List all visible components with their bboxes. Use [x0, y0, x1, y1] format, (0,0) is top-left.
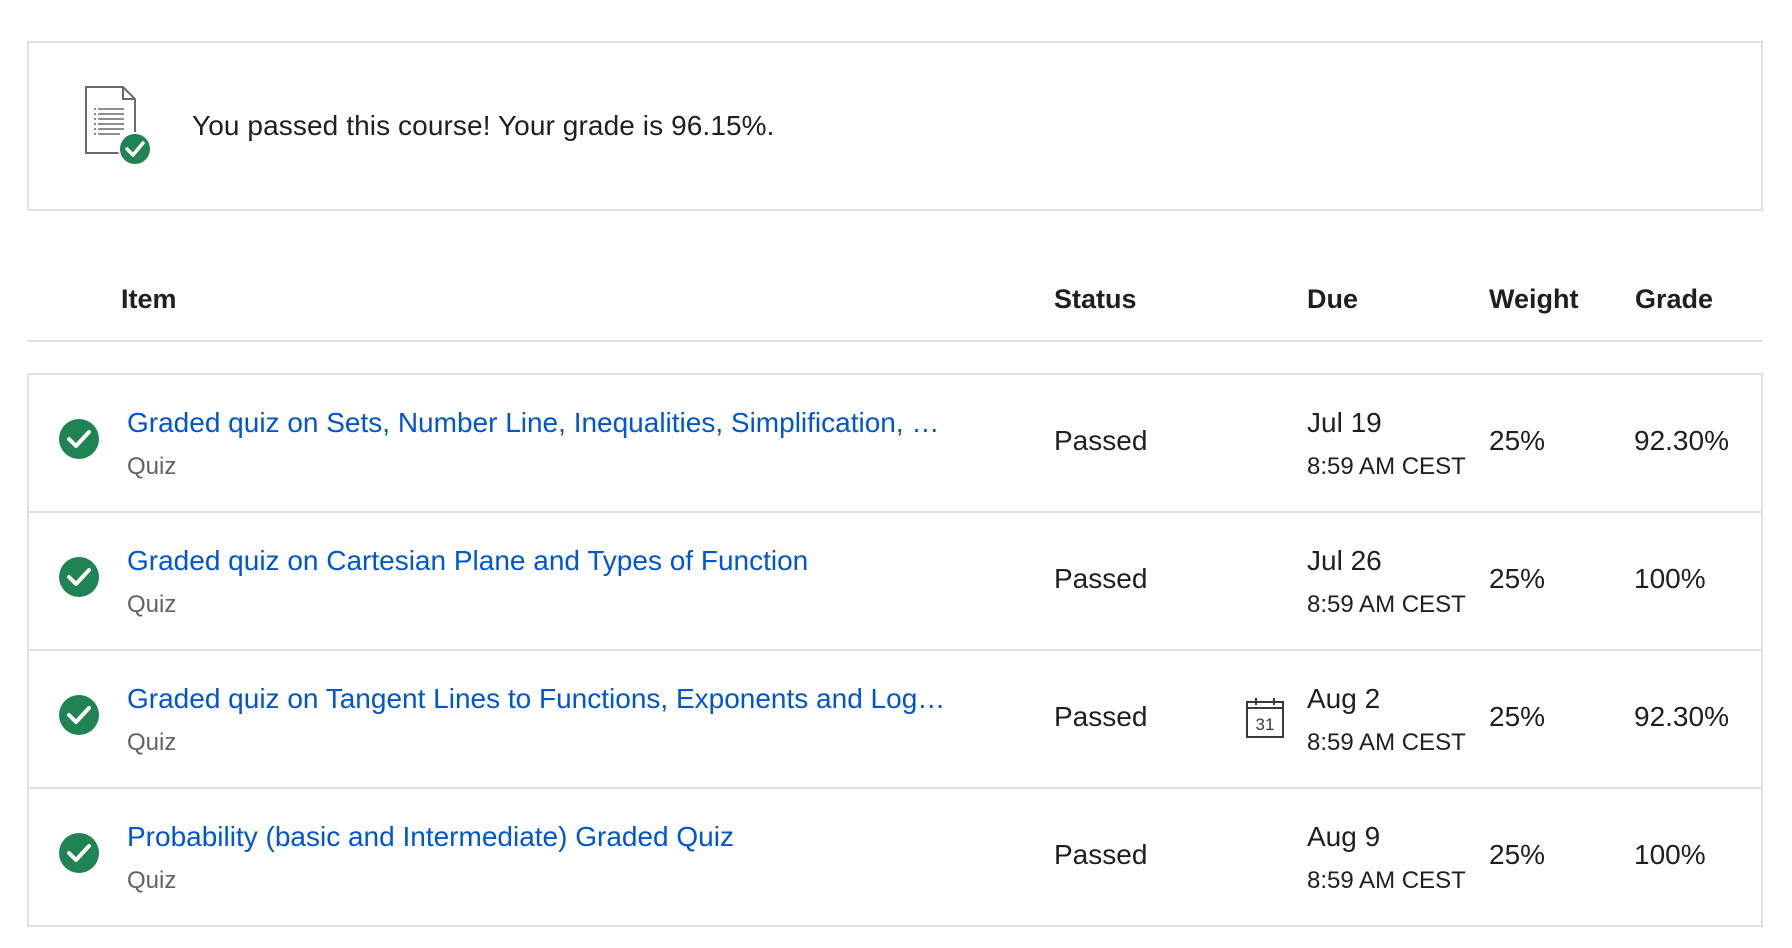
- status-text: Passed: [1054, 839, 1148, 870]
- status-text: Passed: [1054, 425, 1148, 456]
- column-header-grade: Grade: [1635, 284, 1714, 314]
- assignment-link[interactable]: Graded quiz on Cartesian Plane and Types…: [127, 545, 808, 577]
- due-time: 8:59 AM CEST: [1307, 867, 1466, 894]
- calendar-icon-day: 31: [1256, 715, 1275, 734]
- weight-value: 25%: [1489, 425, 1546, 456]
- course-grade-message: You passed this course! Your grade is 96…: [192, 110, 775, 141]
- assignment-link[interactable]: Graded quiz on Tangent Lines to Function…: [127, 683, 947, 715]
- weight-value: 25%: [1489, 701, 1546, 732]
- grade-value: 92.30%: [1634, 425, 1729, 456]
- grades-page: You passed this course! Your grade is 96…: [0, 0, 1792, 948]
- item-type-label: Quiz: [127, 453, 177, 480]
- due-date: Aug 9: [1307, 821, 1381, 852]
- column-header-item: Item: [121, 284, 177, 314]
- weight-value: 25%: [1489, 839, 1546, 870]
- table-row: Graded quiz on Cartesian Plane and Types…: [29, 513, 1761, 651]
- grades-table-header: Item Status Due Weight Grade: [27, 268, 1763, 342]
- column-header-weight: Weight: [1489, 284, 1579, 314]
- due-date: Jul 19: [1307, 407, 1382, 438]
- calendar-icon[interactable]: 31: [1245, 697, 1285, 739]
- weight-value: 25%: [1489, 563, 1546, 594]
- item-type-label: Quiz: [127, 729, 177, 756]
- table-row: Graded quiz on Sets, Number Line, Inequa…: [29, 375, 1761, 513]
- assignment-link[interactable]: Probability (basic and Intermediate) Gra…: [127, 821, 734, 853]
- due-date: Aug 2: [1307, 683, 1381, 714]
- item-type-label: Quiz: [127, 591, 177, 618]
- item-type-label: Quiz: [127, 867, 177, 894]
- column-header-due: Due: [1307, 284, 1359, 314]
- check-circle-icon: [58, 832, 100, 874]
- grade-value: 100%: [1634, 839, 1706, 870]
- document-check-icon: [83, 85, 159, 169]
- grade-value: 100%: [1634, 563, 1706, 594]
- check-circle-icon: [58, 694, 100, 736]
- check-circle-icon: [58, 556, 100, 598]
- check-circle-icon: [58, 418, 100, 460]
- table-row: Probability (basic and Intermediate) Gra…: [29, 789, 1761, 925]
- status-text: Passed: [1054, 701, 1148, 732]
- grades-table-body: Graded quiz on Sets, Number Line, Inequa…: [27, 373, 1763, 927]
- table-row: Graded quiz on Tangent Lines to Function…: [29, 651, 1761, 789]
- due-date: Jul 26: [1307, 545, 1382, 576]
- due-time: 8:59 AM CEST: [1307, 453, 1466, 480]
- due-time: 8:59 AM CEST: [1307, 729, 1466, 756]
- assignment-link[interactable]: Graded quiz on Sets, Number Line, Inequa…: [127, 407, 947, 439]
- grade-value: 92.30%: [1634, 701, 1729, 732]
- status-text: Passed: [1054, 563, 1148, 594]
- course-passed-banner: You passed this course! Your grade is 96…: [27, 41, 1763, 211]
- due-time: 8:59 AM CEST: [1307, 591, 1466, 618]
- column-header-status: Status: [1054, 284, 1137, 314]
